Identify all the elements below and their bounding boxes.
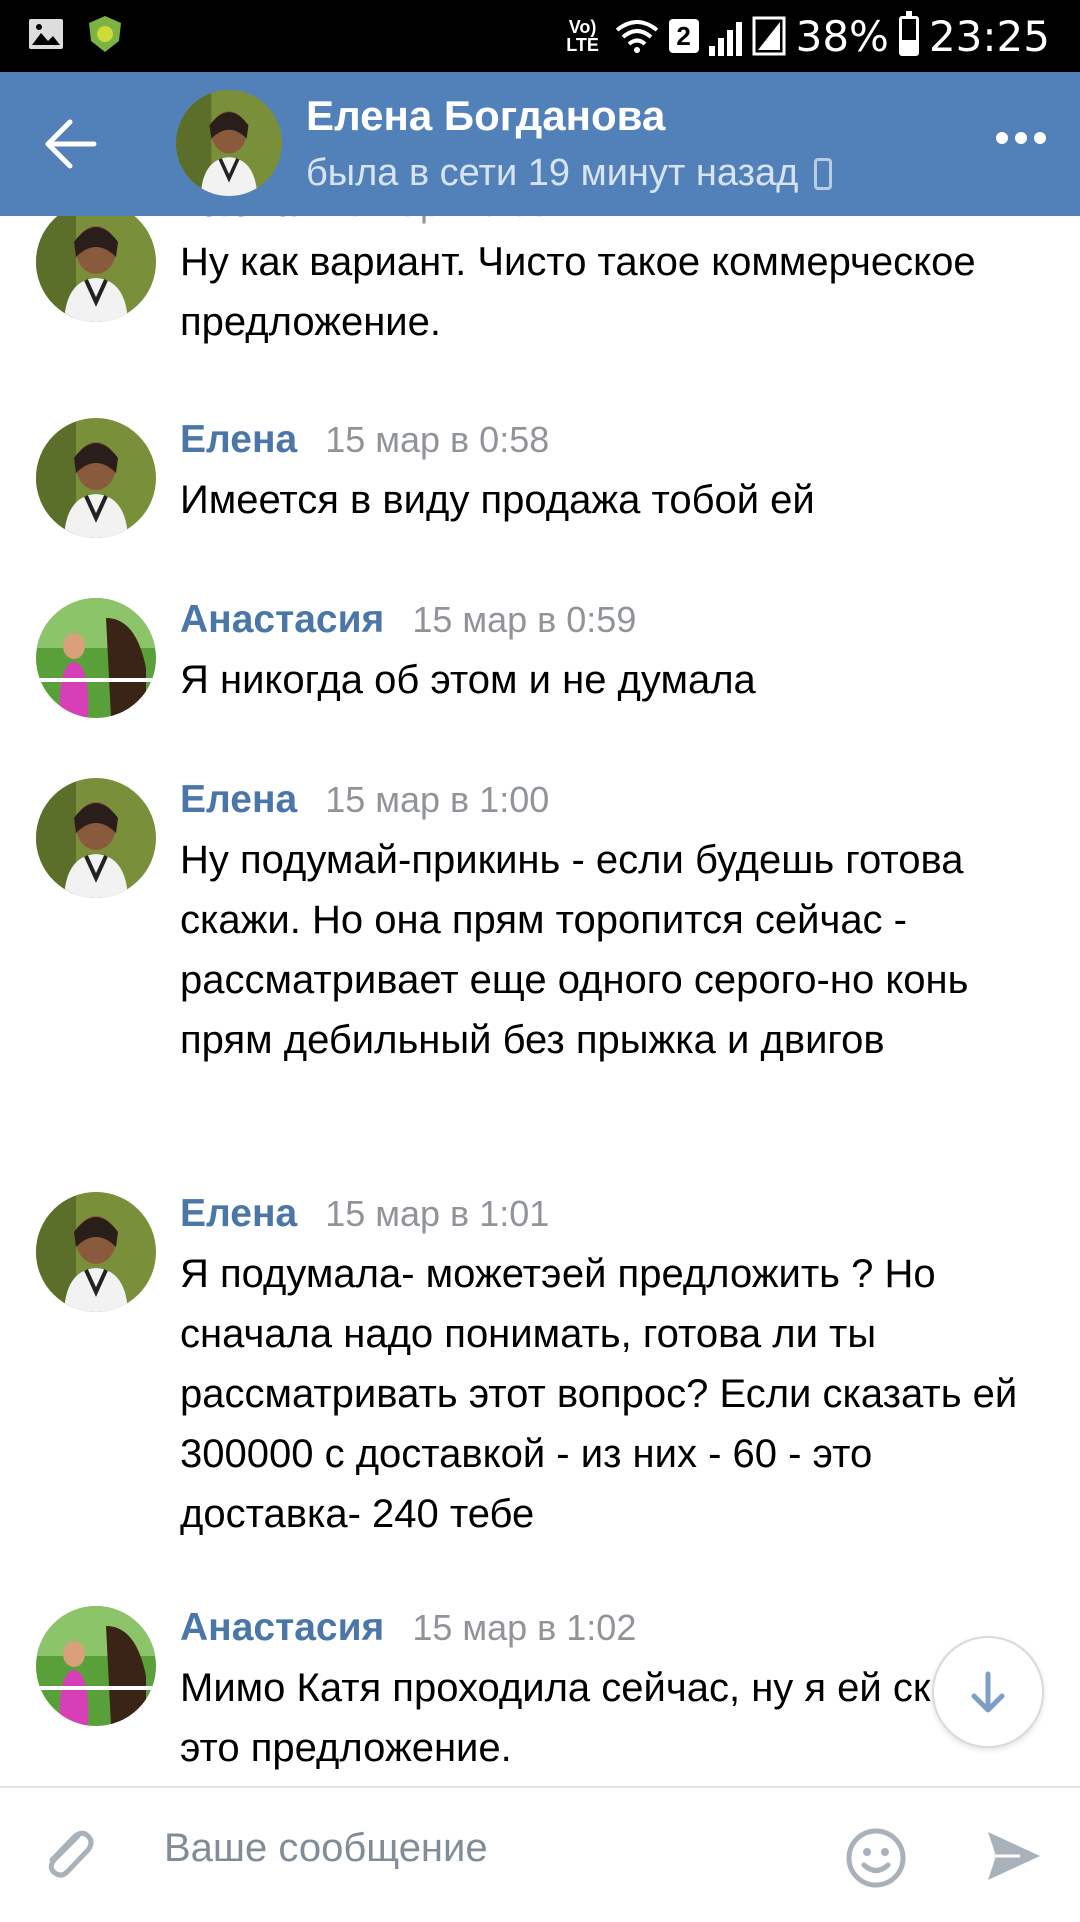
signal-box-icon	[752, 16, 786, 56]
message-time: 15 мар в 1:00	[325, 779, 550, 820]
message-text: Я никогда об этом и не думала	[180, 658, 756, 702]
message-composer: Ваше сообщение	[0, 1786, 1080, 1922]
author-avatar[interactable]	[36, 778, 156, 898]
message-time: 15 мар в 0:59	[412, 599, 637, 640]
author-avatar[interactable]	[36, 1192, 156, 1312]
contact-avatar[interactable]	[176, 90, 282, 196]
signal-icon	[708, 16, 742, 56]
message-meta: Анастасия 15 мар в 1:02	[180, 1606, 636, 1650]
message-text: Я подумала- можетэей предложить ? Но сна…	[180, 1252, 1018, 1536]
message-meta: Елена 15 мар в 1:01	[180, 1192, 549, 1236]
message-meta: Елена 15 мар в 0:58	[180, 418, 549, 462]
message-time: 15 мар в 0:58	[325, 216, 549, 225]
clock: 23:25	[928, 11, 1050, 61]
status-bar: Vo) LTE 2 38% 23:25	[0, 0, 1080, 72]
message-meta: Елена 15 мар в 0:58	[180, 216, 549, 226]
battery-icon	[898, 11, 919, 56]
battery-percent: 38%	[795, 11, 889, 61]
message-author[interactable]: Анастасия	[180, 598, 384, 642]
message-text: Имеется в виду продажа тобой ей	[180, 478, 815, 522]
app-shield-icon	[89, 16, 121, 52]
scroll-to-bottom-button[interactable]	[932, 1636, 1044, 1748]
more-options-icon[interactable]	[996, 132, 1046, 144]
message-time: 15 мар в 1:02	[412, 1607, 637, 1648]
sim-slot-badge: 2	[668, 19, 699, 53]
contact-last-seen: была в сети 19 минут назад	[306, 152, 833, 195]
author-avatar[interactable]	[36, 598, 156, 718]
send-icon[interactable]	[984, 1826, 1044, 1886]
volte-indicator: Vo) LTE	[566, 17, 599, 55]
message-author[interactable]: Анастасия	[180, 1606, 384, 1650]
author-avatar[interactable]	[36, 216, 156, 322]
message-meta: Елена 15 мар в 1:00	[180, 778, 549, 822]
paperclip-icon[interactable]	[36, 1822, 100, 1886]
chat-header: Елена Богданова была в сети 19 минут наз…	[0, 72, 1080, 216]
wifi-icon	[615, 20, 658, 53]
mobile-device-icon	[814, 157, 833, 190]
emoji-icon[interactable]	[844, 1826, 908, 1890]
message-input[interactable]: Ваше сообщение	[164, 1826, 488, 1871]
message-list[interactable]: Елена 15 мар в 0:58 Ну как вариант. Чист…	[0, 216, 1080, 1786]
gallery-notification-icon	[29, 19, 63, 49]
message-text: Ну подумай-прикинь - если будешь готова …	[180, 838, 969, 1062]
message-author[interactable]: Елена	[180, 418, 297, 462]
message-time: 15 мар в 0:58	[325, 419, 550, 460]
back-arrow-icon[interactable]	[40, 116, 100, 172]
message-author[interactable]: Елена	[180, 216, 297, 226]
message-text: Ну как вариант. Чисто такое коммерческое…	[180, 240, 976, 344]
message-time: 15 мар в 1:01	[325, 1193, 550, 1234]
message-author[interactable]: Елена	[180, 778, 297, 822]
message-author[interactable]: Елена	[180, 1192, 297, 1236]
last-seen-text: была в сети 19 минут назад	[306, 152, 799, 194]
message-text: Мимо Катя проходила сейчас, ну я ей сказ…	[180, 1666, 1040, 1770]
author-avatar[interactable]	[36, 418, 156, 538]
author-avatar[interactable]	[36, 1606, 156, 1726]
contact-name[interactable]: Елена Богданова	[306, 92, 665, 140]
arrow-down-icon	[971, 1671, 1005, 1713]
message-meta: Анастасия 15 мар в 0:59	[180, 598, 636, 642]
